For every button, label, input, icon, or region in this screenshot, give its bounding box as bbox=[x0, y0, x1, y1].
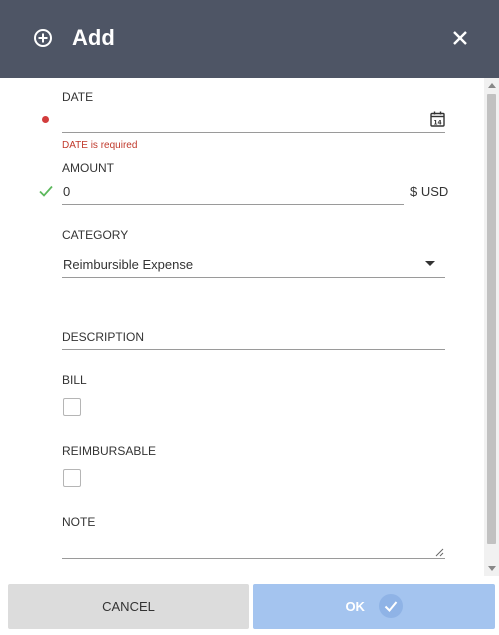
date-label: DATE bbox=[62, 90, 94, 104]
category-select[interactable]: Reimbursible Expense bbox=[63, 257, 443, 272]
scroll-up-icon[interactable] bbox=[488, 83, 496, 88]
check-circle-icon bbox=[378, 594, 403, 619]
ok-button-label: OK bbox=[345, 599, 365, 614]
amount-input[interactable]: 0 bbox=[63, 184, 393, 199]
note-textarea[interactable] bbox=[63, 536, 433, 556]
bill-checkbox[interactable] bbox=[63, 398, 81, 416]
category-label: CATEGORY bbox=[62, 228, 129, 242]
scrollbar-thumb[interactable] bbox=[487, 94, 496, 544]
close-icon[interactable] bbox=[449, 27, 471, 49]
bill-label: BILL bbox=[62, 373, 87, 387]
required-indicator bbox=[42, 116, 49, 123]
dialog-title: Add bbox=[72, 25, 115, 50]
calendar-icon[interactable]: 14 bbox=[430, 111, 445, 127]
currency-suffix: $ USD bbox=[410, 184, 449, 199]
form-body: DATE 14 DATE is required AMOUNT 0 $ USD … bbox=[0, 78, 484, 576]
cancel-button[interactable]: CANCEL bbox=[8, 584, 249, 629]
amount-label: AMOUNT bbox=[62, 161, 114, 175]
dialog-header: Add bbox=[0, 0, 499, 78]
amount-underline bbox=[62, 204, 404, 205]
description-underline bbox=[62, 349, 445, 350]
reimbursable-checkbox[interactable] bbox=[63, 469, 81, 487]
calendar-day: 14 bbox=[433, 119, 441, 126]
note-label: NOTE bbox=[62, 515, 96, 529]
chevron-down-icon[interactable] bbox=[425, 261, 435, 266]
description-input[interactable]: DESCRIPTION bbox=[62, 330, 445, 348]
note-underline bbox=[62, 558, 445, 559]
dialog-footer: CANCEL OK bbox=[0, 576, 499, 635]
scroll-down-icon[interactable] bbox=[488, 566, 496, 571]
date-underline bbox=[62, 132, 445, 133]
check-icon bbox=[39, 185, 53, 197]
category-underline bbox=[62, 277, 445, 278]
plus-circle-icon bbox=[34, 29, 52, 47]
date-error: DATE is required bbox=[62, 140, 138, 151]
cancel-button-label: CANCEL bbox=[102, 599, 155, 614]
scrollbar[interactable] bbox=[484, 78, 499, 576]
resize-handle-icon[interactable] bbox=[435, 548, 444, 557]
reimbursable-label: REIMBURSABLE bbox=[62, 444, 157, 458]
date-input[interactable] bbox=[63, 112, 423, 130]
ok-button[interactable]: OK bbox=[253, 584, 495, 629]
